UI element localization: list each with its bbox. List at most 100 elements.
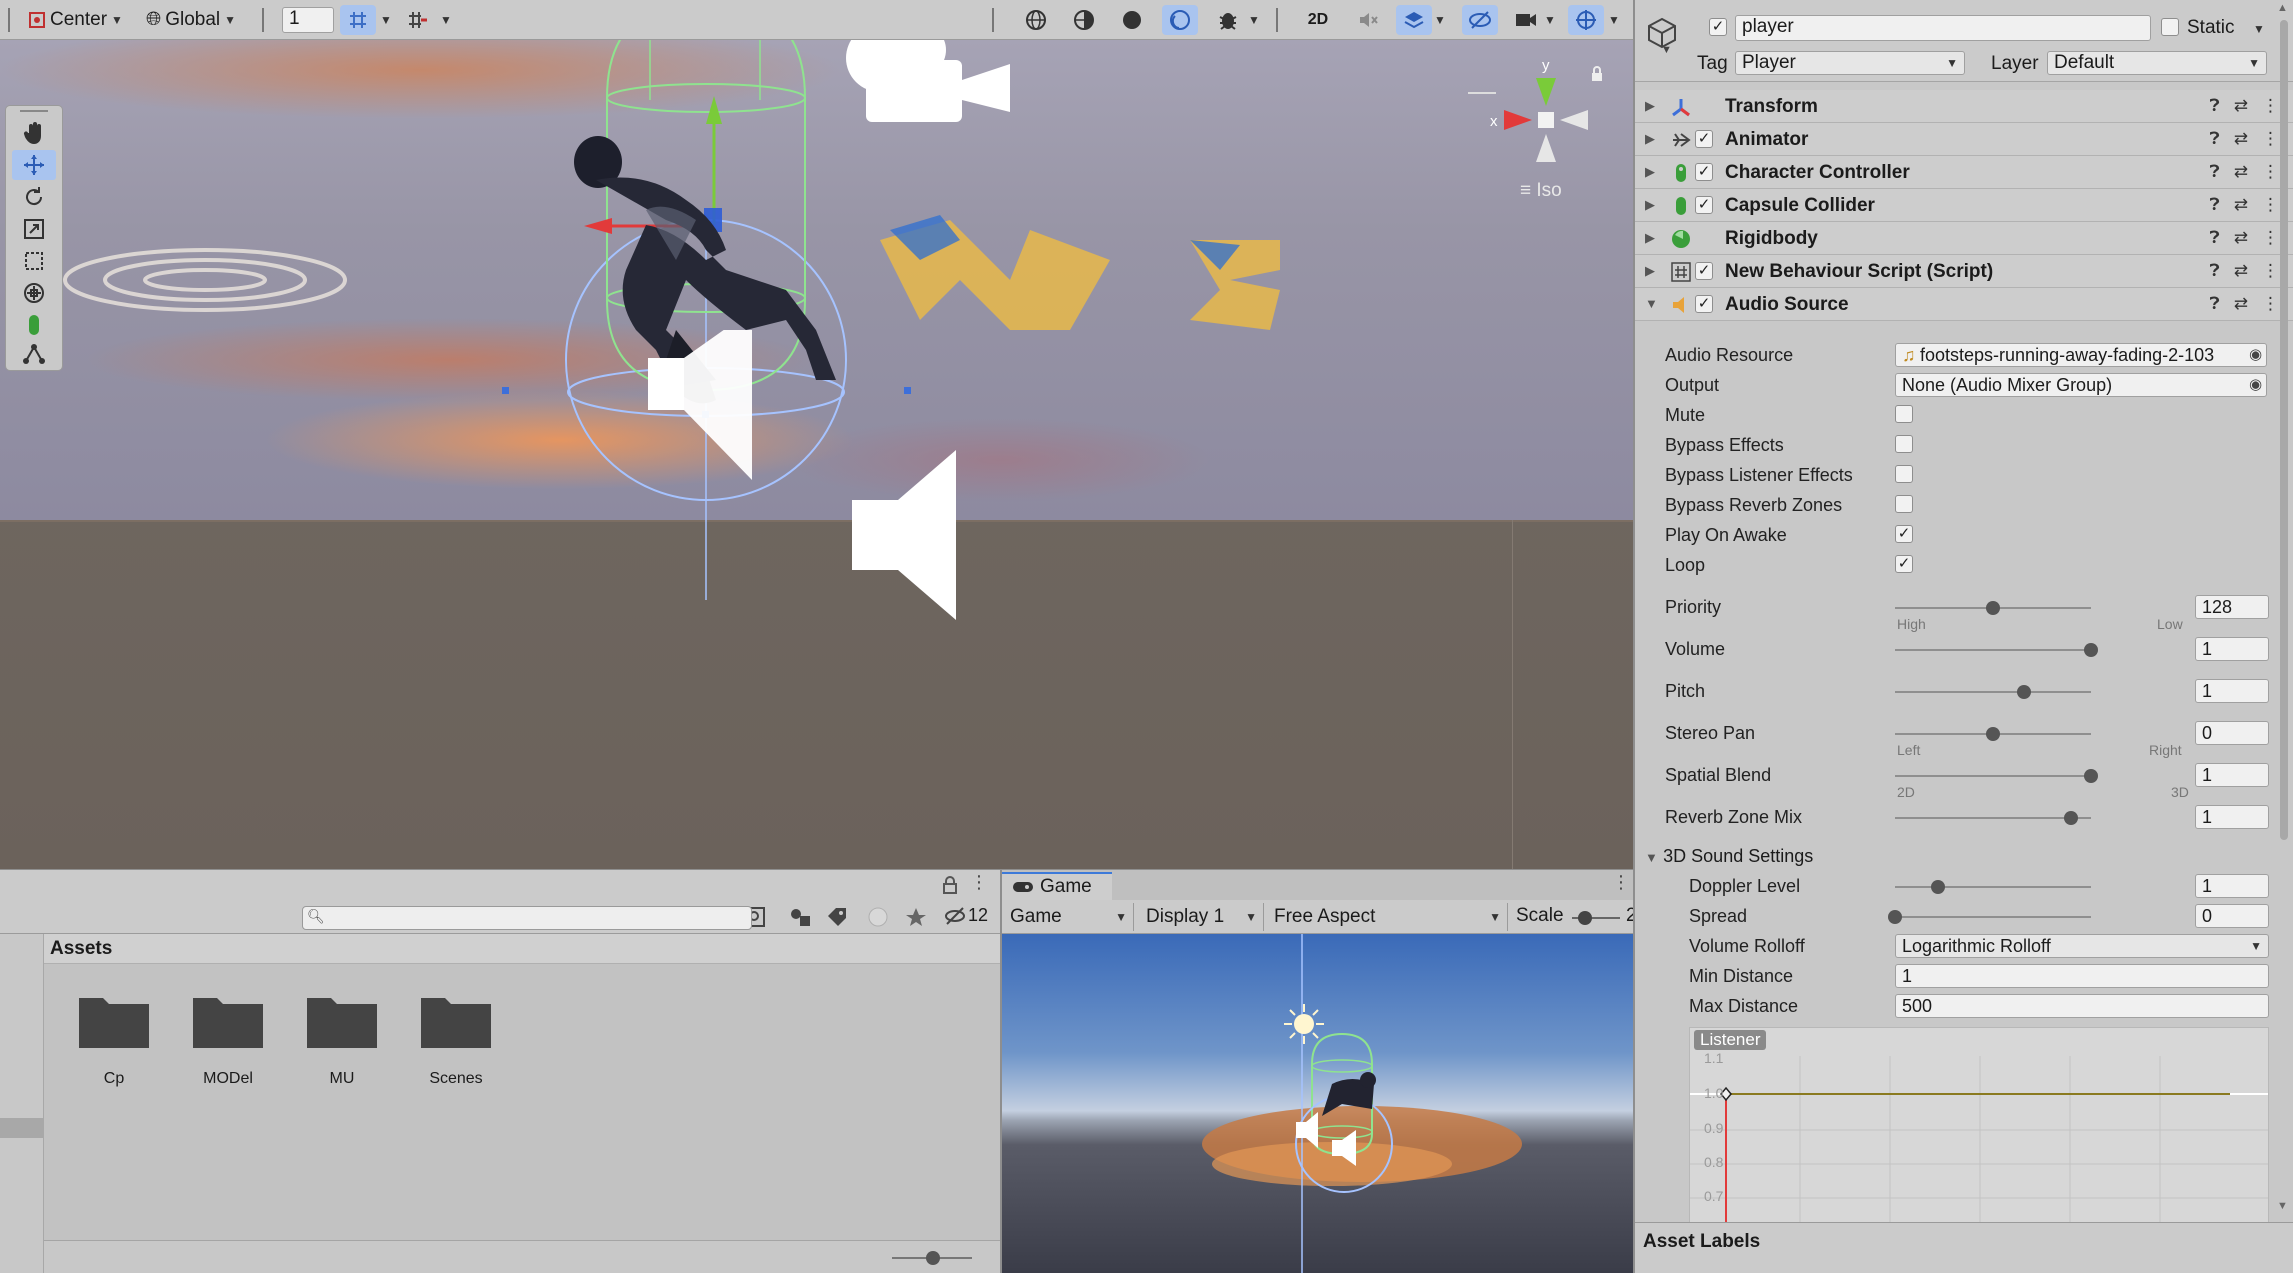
mute-checkbox[interactable] <box>1895 405 1913 423</box>
slider-knob[interactable] <box>2017 685 2032 699</box>
rendered-shading-button[interactable] <box>1162 5 1198 35</box>
folder-item[interactable]: Scenes <box>406 990 506 1088</box>
help-icon[interactable]: ❓︎ <box>2210 228 2220 248</box>
kebab-menu-icon[interactable]: ⋮ <box>1612 872 1630 893</box>
slider-knob[interactable] <box>2084 769 2098 783</box>
increment-snap-button[interactable] <box>400 5 436 35</box>
component-enabled-checkbox[interactable]: ✓ <box>1695 196 1713 214</box>
component-transform[interactable]: ▶ Transform ❓︎ ⇄ ⋮ <box>1635 90 2293 123</box>
help-icon[interactable]: ❓︎ <box>2210 294 2220 314</box>
priority-slider[interactable] <box>1895 601 2091 615</box>
min-distance-field[interactable]: 1 <box>1895 964 2269 988</box>
help-icon[interactable]: ❓︎ <box>2210 162 2220 182</box>
bypass-effects-checkbox[interactable] <box>1895 435 1913 453</box>
preset-sliders-icon[interactable]: ⇄ <box>2234 96 2248 116</box>
slider-knob[interactable] <box>2064 811 2079 825</box>
reverb-zone-mix-slider[interactable] <box>1895 811 2091 825</box>
doppler-level-field[interactable]: 1 <box>2195 874 2269 898</box>
stereo-pan-field[interactable]: 0 <box>2195 721 2269 745</box>
component-new-behaviour-script[interactable]: ▶ ✓ New Behaviour Script (Script) ❓︎ ⇄ ⋮ <box>1635 255 2293 288</box>
component-enabled-checkbox[interactable]: ✓ <box>1695 295 1713 313</box>
component-character-controller[interactable]: ▶ ✓ Character Controller ❓︎ ⇄ ⋮ <box>1635 156 2293 189</box>
component-audio-source[interactable]: ▼ ✓ Audio Source ❓︎ ⇄ ⋮ <box>1635 288 2293 321</box>
foldout-arrow-icon[interactable]: ▶ <box>1645 98 1655 114</box>
gizmos-toggle-button[interactable] <box>1568 5 1604 35</box>
scene-view[interactable]: y x ≡ Iso <box>0 40 1633 869</box>
spread-slider[interactable] <box>1888 910 2091 924</box>
package-filter-icon[interactable] <box>866 906 890 928</box>
grid-snap-menu[interactable]: ▼ <box>376 5 396 35</box>
help-icon[interactable]: ❓︎ <box>2210 96 2220 116</box>
wireframe-shading-button[interactable] <box>1018 5 1054 35</box>
component-enabled-checkbox[interactable]: ✓ <box>1695 262 1713 280</box>
orientation-gizmo[interactable]: y x <box>1476 58 1596 178</box>
camera-menu[interactable]: ▼ <box>1540 5 1560 35</box>
audio-source-gizmo-small[interactable] <box>648 330 758 510</box>
kebab-menu-icon[interactable]: ⋮ <box>970 872 988 893</box>
slider-knob[interactable] <box>1986 601 2000 615</box>
spatial-blend-field[interactable]: 1 <box>2195 763 2269 787</box>
rotate-tool-button[interactable] <box>12 182 56 212</box>
stereo-pan-slider[interactable] <box>1895 727 2091 741</box>
hidden-objects-toggle-button[interactable] <box>1462 5 1498 35</box>
scale-slider-knob[interactable] <box>1578 911 1592 925</box>
hand-tool-button[interactable] <box>12 118 56 148</box>
project-search-field[interactable]: 🔍︎ <box>302 906 752 930</box>
debug-draw-mode-button[interactable] <box>1210 5 1246 35</box>
folder-item[interactable]: Cp <box>64 990 164 1088</box>
reverb-zone-mix-field[interactable]: 1 <box>2195 805 2269 829</box>
label-tag-icon[interactable] <box>826 906 850 928</box>
tag-dropdown[interactable]: Player ▼ <box>1735 51 1965 75</box>
component-rigidbody[interactable]: ▶ Rigidbody ❓︎ ⇄ ⋮ <box>1635 222 2293 255</box>
pivot-space-dropdown[interactable]: 🌐︎ Global ▼ <box>146 5 236 35</box>
star-icon[interactable] <box>904 906 928 928</box>
foldout-arrow-icon[interactable]: ▶ <box>1645 230 1655 246</box>
pitch-field[interactable]: 1 <box>2195 679 2269 703</box>
static-menu-caret[interactable]: ▼ <box>2253 22 2265 36</box>
projection-iso-label[interactable]: ≡ Iso <box>1520 180 1562 202</box>
help-icon[interactable]: ❓︎ <box>2210 129 2220 149</box>
audio-resource-field[interactable]: ♫ footsteps-running-away-fading-2-103 <box>1895 343 2267 367</box>
filter-type-icon[interactable] <box>788 906 812 928</box>
collider-tool-button[interactable] <box>12 310 56 340</box>
object-picker-icon[interactable]: ◉ <box>2249 345 2262 363</box>
loop-checkbox[interactable]: ✓ <box>1895 555 1913 573</box>
volume-slider[interactable] <box>1895 643 2098 657</box>
gizmos-menu[interactable]: ▼ <box>1604 5 1624 35</box>
volume-field[interactable]: 1 <box>2195 637 2269 661</box>
hidden-packages-toggle[interactable]: 12 <box>944 905 988 926</box>
icon-dropdown-caret[interactable]: ▼ <box>1661 44 1672 56</box>
asset-labels-section[interactable]: Asset Labels <box>1635 1222 2293 1273</box>
layer-dropdown[interactable]: Default ▼ <box>2047 51 2267 75</box>
transform-tool-button[interactable] <box>12 278 56 308</box>
help-icon[interactable]: ❓︎ <box>2210 261 2220 281</box>
doppler-level-slider[interactable] <box>1895 880 2091 894</box>
slider-knob[interactable] <box>2084 643 2098 657</box>
preset-sliders-icon[interactable]: ⇄ <box>2234 162 2248 182</box>
slider-knob[interactable] <box>1986 727 2000 741</box>
pitch-slider[interactable] <box>1895 685 2091 699</box>
draw-mode-menu[interactable]: ▼ <box>1244 5 1264 35</box>
play-on-awake-checkbox[interactable]: ✓ <box>1895 525 1913 543</box>
grid-snapping-button[interactable] <box>340 5 376 35</box>
audio-toggle-button[interactable] <box>1350 5 1386 35</box>
tab-game[interactable]: Game <box>1002 872 1112 900</box>
lock-icon[interactable] <box>942 876 958 894</box>
inspector-scrollbar[interactable]: ▲ ▼ <box>2277 0 2291 1222</box>
volume-rolloff-dropdown[interactable]: Logarithmic Rolloff ▼ <box>1895 934 2269 958</box>
mode-2d-button[interactable]: 2D <box>1298 5 1338 35</box>
foldout-arrow-icon[interactable]: ▶ <box>1645 263 1655 279</box>
preset-sliders-icon[interactable]: ⇄ <box>2234 195 2248 215</box>
component-enabled-checkbox[interactable]: ✓ <box>1695 130 1713 148</box>
shaded-button[interactable] <box>1114 5 1150 35</box>
effects-menu[interactable]: ▼ <box>1430 5 1450 35</box>
output-field[interactable]: None (Audio Mixer Group) <box>1895 373 2267 397</box>
audio-source-gizmo-large[interactable] <box>852 450 962 620</box>
effects-toggle-button[interactable] <box>1396 5 1432 35</box>
folder-item[interactable]: MU <box>292 990 392 1088</box>
help-icon[interactable]: ❓︎ <box>2210 195 2220 215</box>
spread-field[interactable]: 0 <box>2195 904 2269 928</box>
sound-3d-foldout[interactable]: ▼ 3D Sound Settings <box>1645 846 1813 868</box>
scroll-down-arrow-icon[interactable]: ▼ <box>2277 1200 2288 1212</box>
foldout-arrow-expanded-icon[interactable]: ▼ <box>1645 296 1658 311</box>
